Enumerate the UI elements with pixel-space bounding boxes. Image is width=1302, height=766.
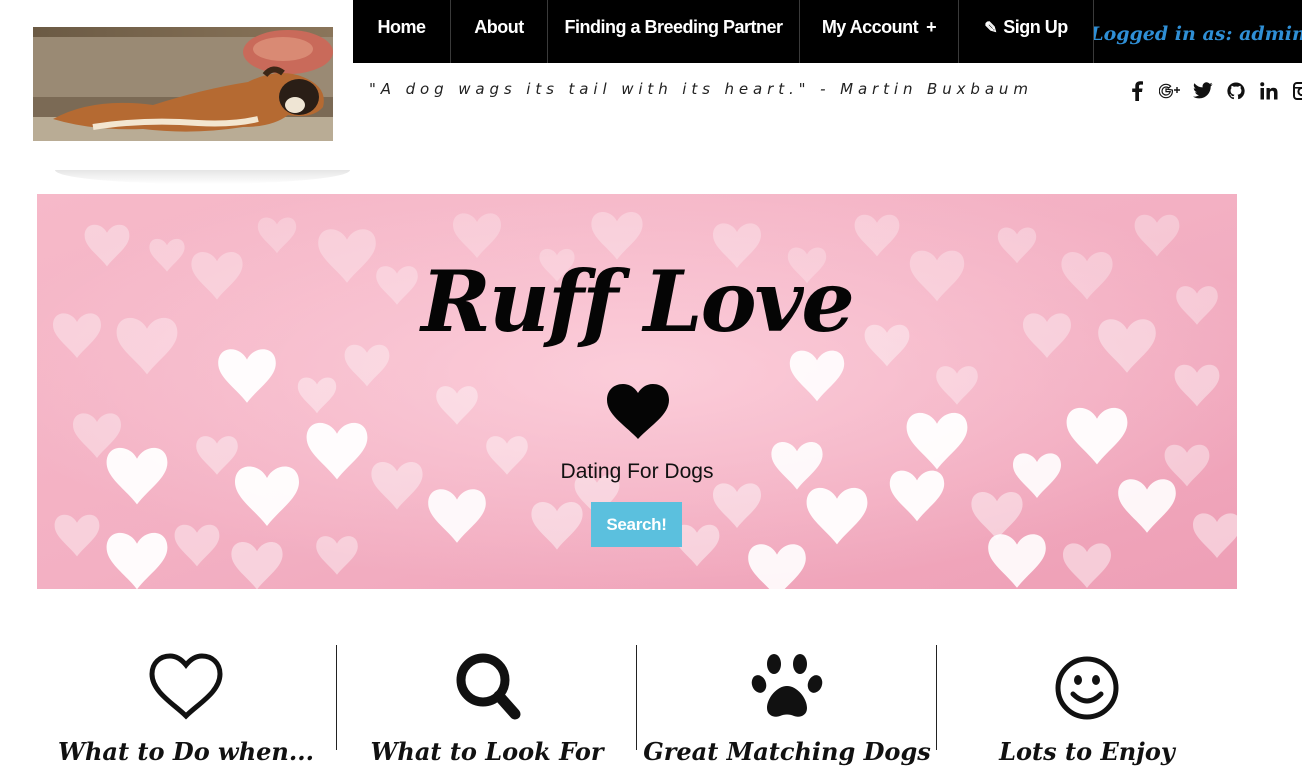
nav-home[interactable]: Home: [353, 0, 451, 63]
search-button[interactable]: Search!: [591, 502, 682, 547]
paw-icon: [747, 650, 827, 722]
instagram-icon[interactable]: [1285, 78, 1302, 104]
nav-finding-breeding-partner[interactable]: Finding a Breeding Partner: [548, 0, 800, 63]
facebook-icon[interactable]: [1120, 78, 1153, 104]
github-icon[interactable]: [1219, 78, 1252, 104]
nav-my-account[interactable]: My Account +: [800, 0, 959, 63]
nav-signup-label: Sign Up: [1003, 17, 1068, 38]
logo-dog-photo: [33, 27, 333, 141]
nav-breeding-label: Finding a Breeding Partner: [564, 17, 782, 38]
site-logo[interactable]: [33, 27, 333, 141]
nav-home-label: Home: [377, 17, 425, 38]
feature-lots-to-enjoy[interactable]: Lots to Enjoy: [936, 645, 1236, 750]
main-navbar: Home About Finding a Breeding Partner My…: [353, 0, 1302, 63]
pencil-icon: ✎: [984, 18, 997, 38]
plus-icon: +: [926, 17, 936, 38]
feature-label: What to Look For: [337, 737, 637, 766]
hero-subtitle: Dating For Dogs: [0, 460, 1274, 484]
feature-what-to-do[interactable]: What to Do when...: [36, 645, 336, 750]
feature-label: Great Matching Dogs: [637, 737, 937, 766]
logo-shadow: [55, 170, 350, 184]
feature-what-to-look-for[interactable]: What to Look For: [336, 645, 636, 750]
feature-label: What to Do when...: [36, 737, 336, 766]
smiley-icon: [1047, 650, 1127, 722]
hero-title: Ruff Love: [37, 260, 1237, 344]
google-plus-icon[interactable]: [1153, 78, 1186, 104]
nav-account-label: My Account: [822, 17, 918, 38]
feature-great-matching-dogs[interactable]: Great Matching Dogs: [636, 645, 936, 750]
features-row: What to Do when... What to Look For Grea…: [36, 645, 1236, 750]
linkedin-icon[interactable]: [1252, 78, 1285, 104]
heart-outline-icon: [146, 650, 226, 722]
nav-about[interactable]: About: [451, 0, 548, 63]
header-quote: "A dog wags its tail with its heart." - …: [369, 80, 1033, 98]
twitter-icon[interactable]: [1186, 78, 1219, 104]
social-links: [1120, 78, 1302, 104]
search-icon: [447, 650, 527, 722]
nav-sign-up[interactable]: ✎ Sign Up: [959, 0, 1094, 63]
heart-icon: [605, 383, 671, 439]
nav-about-label: About: [474, 17, 523, 38]
feature-label: Lots to Enjoy: [937, 737, 1237, 766]
logged-in-status[interactable]: Logged in as: admin: [1094, 0, 1302, 63]
